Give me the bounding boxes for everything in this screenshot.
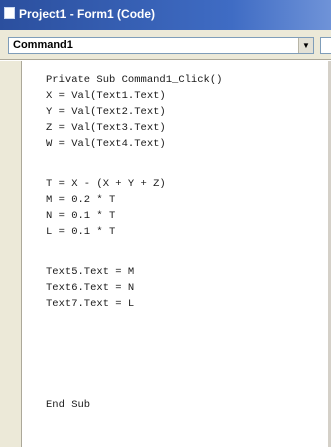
code-line: Text5.Text = M — [46, 266, 135, 278]
code-line: L = 0.1 * T — [46, 226, 116, 238]
code-line: Private Sub Command1_Click() — [46, 74, 223, 86]
object-combo-value: Command1 — [13, 39, 73, 51]
code-line: Text7.Text = L — [46, 298, 135, 310]
code-line: Y = Val(Text2.Text) — [46, 106, 166, 118]
code-line: End Sub — [46, 399, 91, 411]
code-line: X = Val(Text1.Text) — [46, 90, 166, 102]
code-line: Z = Val(Text3.Text) — [46, 122, 166, 134]
code-line: T = X - (X + Y + Z) — [46, 178, 166, 190]
object-procedure-bar: Command1 ▼ — [0, 30, 331, 60]
code-line: M = 0.2 * T — [46, 194, 116, 206]
procedure-combo[interactable] — [320, 37, 331, 54]
window-title: Project1 - Form1 (Code) — [19, 7, 156, 21]
title-bar: Project1 - Form1 (Code) — [0, 0, 331, 30]
code-window: Project1 - Form1 (Code) Command1 ▼ Priva… — [0, 0, 331, 447]
code-line: W = Val(Text4.Text) — [46, 138, 166, 150]
code-line: Text6.Text = N — [46, 282, 135, 294]
chevron-down-icon[interactable]: ▼ — [298, 38, 313, 53]
code-editor[interactable]: Private Sub Command1_Click() X = Val(Tex… — [22, 61, 331, 447]
margin-indicator-bar — [0, 61, 22, 447]
window-icon — [4, 7, 15, 19]
code-line: N = 0.1 * T — [46, 210, 116, 222]
object-combo[interactable]: Command1 ▼ — [8, 37, 314, 54]
